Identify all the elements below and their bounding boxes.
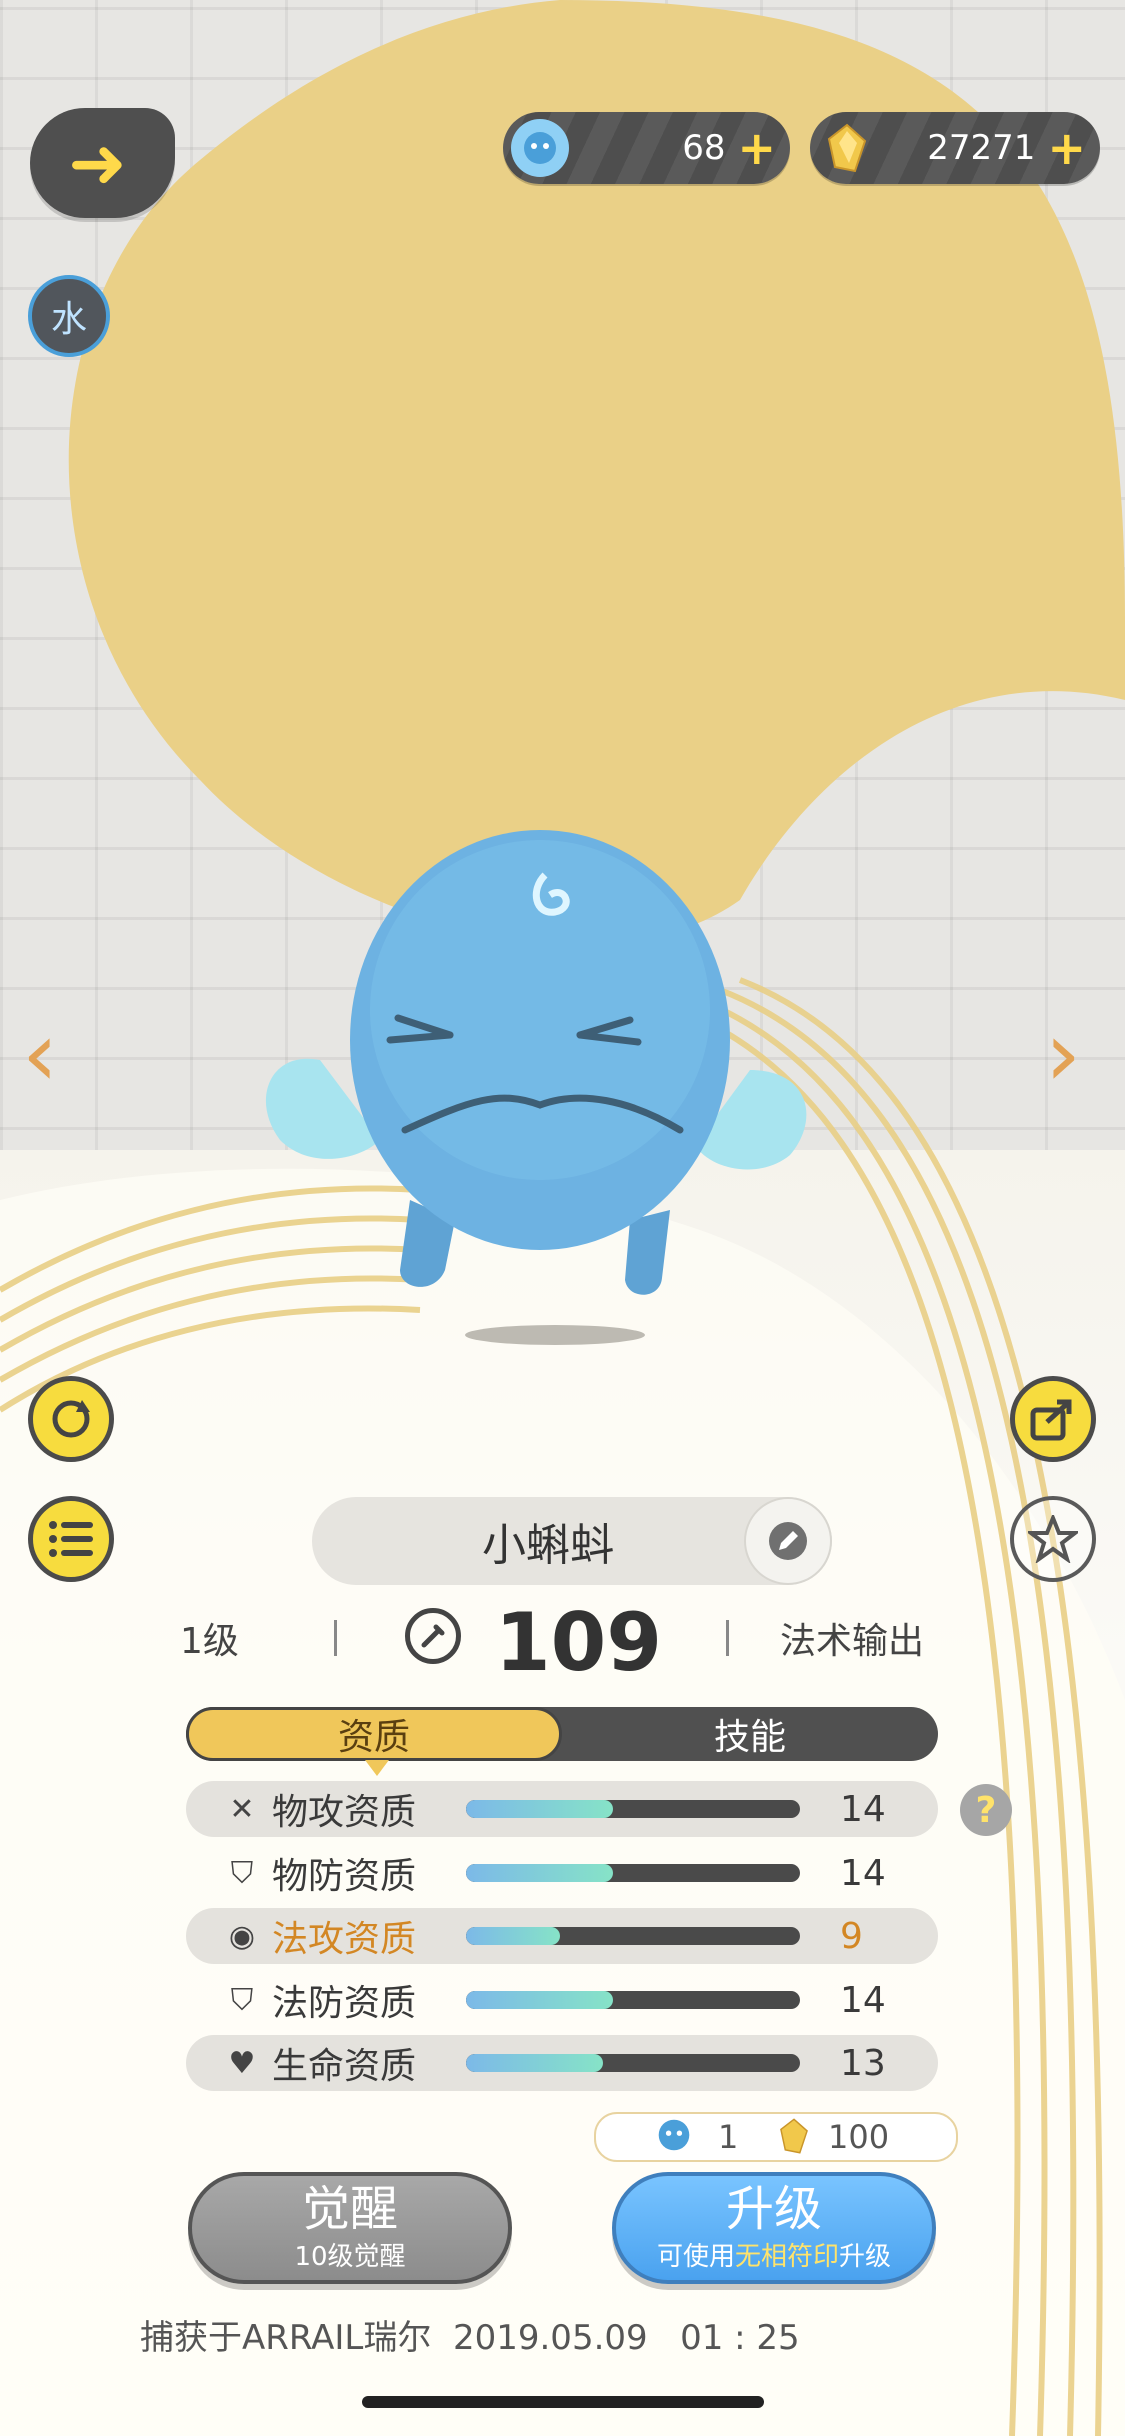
attribute-row: ✕ 物攻资质 14 [186, 1781, 938, 1837]
attribute-bar-fill [466, 1864, 613, 1882]
attribute-bar [466, 1927, 800, 1945]
gold-crystal-icon [818, 119, 876, 177]
attribute-row: ◉ 法攻资质 9 [186, 1908, 938, 1964]
attribute-row: ⛉ 物防资质 14 [186, 1845, 938, 1901]
upgrade-button[interactable]: 升级 可使用无相符印升级 [612, 2172, 936, 2284]
currency-gold: 27271 + [810, 112, 1100, 184]
attribute-bar [466, 2054, 800, 2072]
cost-orb-value: 1 [718, 2118, 739, 2156]
attribute-value: 14 [840, 1979, 886, 2021]
rename-button[interactable] [744, 1497, 832, 1585]
share-button[interactable] [1010, 1376, 1096, 1462]
help-button[interactable]: ? [960, 1784, 1012, 1836]
attribute-label: 法攻资质 [272, 1919, 417, 1960]
pet-level: 1级 [180, 1621, 239, 1662]
next-pet-button[interactable]: › [1045, 1010, 1081, 1100]
pet-name: 小蝌蚪 [482, 1520, 614, 1571]
tadpole-creature-image [265, 830, 807, 1345]
upgrade-title: 升级 [725, 2181, 822, 2238]
attribute-value: 9 [840, 1915, 863, 1957]
attribute-label: 生命资质 [272, 2046, 417, 2087]
awaken-subtitle: 10级觉醒 [294, 2241, 406, 2272]
pet-name-field: 小蝌蚪 [312, 1497, 832, 1585]
divider [726, 1620, 729, 1656]
home-indicator[interactable] [362, 2396, 764, 2408]
pet-orb-icon [511, 119, 569, 177]
currency-orb-value: 68 [682, 128, 726, 168]
attribute-label: 物防资质 [272, 1856, 417, 1897]
awaken-button[interactable]: 觉醒 10级觉醒 [188, 2172, 512, 2284]
attribute-bar [466, 1800, 800, 1818]
currency-orb: 68 + [503, 112, 790, 184]
refresh-icon [52, 1400, 90, 1438]
pet-orb-icon [656, 2117, 696, 2157]
magic-swirl-icon: ◉ [228, 1918, 256, 1954]
element-badge: 水 [28, 275, 110, 357]
divider [334, 1620, 337, 1656]
upgrade-cost: 1 100 [594, 2112, 958, 2162]
cost-gold-value: 100 [828, 2118, 890, 2156]
shield-icon: ⛉ [230, 1855, 254, 1891]
attribute-value: 13 [840, 2042, 886, 2084]
attribute-value: 14 [840, 1788, 886, 1830]
detail-tabs: 资质 技能 [186, 1707, 938, 1776]
attribute-label: 法防资质 [272, 1983, 417, 2024]
tab-skills[interactable]: 技能 [562, 1707, 938, 1761]
favorite-button[interactable] [1010, 1496, 1096, 1582]
attribute-row: ⛉ 法防资质 14 [186, 1972, 938, 2028]
list-button[interactable] [28, 1496, 114, 1582]
attribute-label: 物攻资质 [272, 1792, 417, 1833]
attribute-bar [466, 1864, 800, 1882]
attribute-row: ♥ 生命资质 13 [186, 2035, 938, 2091]
currency-gold-value: 27271 [927, 128, 1036, 168]
pet-stats-row: 1级 109 法术输出 [0, 1596, 1125, 1689]
attribute-bar-fill [466, 1991, 613, 2009]
refresh-button[interactable] [28, 1376, 114, 1462]
attribute-bar-fill [466, 1927, 560, 1945]
heart-icon: ♥ [228, 2045, 256, 2081]
magic-shield-icon: ⛉ [230, 1982, 254, 2018]
attribute-bar-fill [466, 2054, 603, 2072]
attribute-value: 14 [840, 1852, 886, 1894]
arrow-left-icon: ➜ [68, 122, 127, 204]
tab-aptitude[interactable]: 资质 [186, 1707, 562, 1776]
gold-crystal-icon [778, 2117, 818, 2157]
attribute-bar-fill [466, 1800, 613, 1818]
prev-pet-button[interactable]: ‹ [22, 1010, 58, 1100]
combat-power-icon [405, 1608, 461, 1664]
swords-icon: ✕ [229, 1791, 255, 1827]
pet-role: 法术输出 [780, 1621, 925, 1662]
star-icon [1028, 1515, 1078, 1563]
capture-info: 捕获于ARRAIL瑞尔 2019.05.09 01 : 25 [140, 2318, 800, 2358]
back-button[interactable]: ➜ [30, 108, 175, 218]
awaken-title: 觉醒 [301, 2181, 398, 2238]
element-label: 水 [50, 299, 87, 340]
pencil-icon [769, 1522, 807, 1560]
upgrade-subtitle: 可使用无相符印升级 [656, 2241, 892, 2272]
combat-power: 109 [495, 1596, 662, 1689]
attribute-bar [466, 1991, 800, 2009]
add-orb-button[interactable]: + [737, 125, 776, 171]
list-icon [49, 1521, 93, 1557]
share-icon [1030, 1399, 1072, 1441]
add-gold-button[interactable]: + [1047, 125, 1086, 171]
